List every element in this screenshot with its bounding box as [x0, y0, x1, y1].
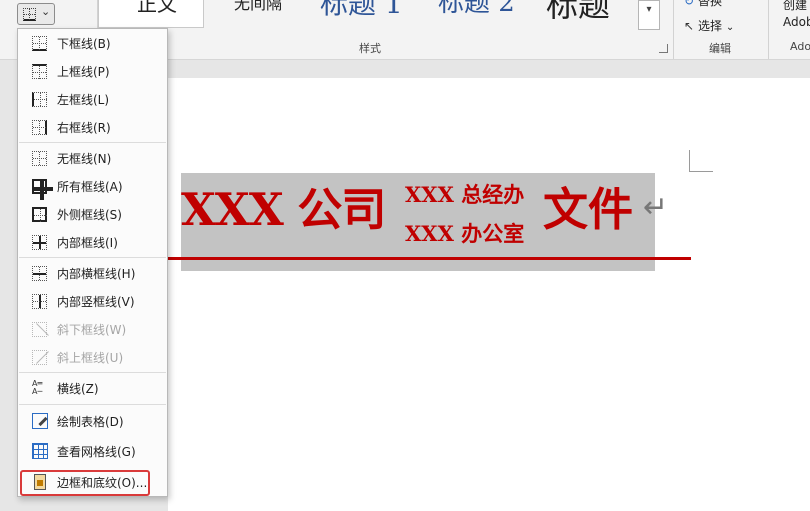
style-title-label: 标题 — [546, 0, 611, 24]
create-adobe-pdf-button[interactable]: 创建 Adob — [783, 0, 810, 31]
style-heading-1-label: 标题 1 — [320, 0, 403, 20]
menu-separator — [19, 257, 166, 258]
menu-item-inside-horizontal-border[interactable]: 内部横框线(H) — [19, 260, 166, 286]
replace-icon: ↻ — [684, 0, 695, 8]
menu-item-outside-borders[interactable]: 外侧框线(S) — [19, 201, 166, 227]
paragraph-mark-icon: ↵ — [643, 190, 669, 225]
menu-item-draw-table[interactable]: 绘制表格(D) — [19, 408, 166, 434]
outside-borders-icon — [32, 207, 47, 222]
menu-item-label: 内部竖框线(V) — [57, 295, 135, 309]
menu-item-horizontal-line[interactable]: A═ A─ 横线(Z) — [19, 375, 166, 401]
menu-item-diagonal-down-border: 斜下框线(W) — [19, 316, 166, 342]
draw-table-icon — [32, 413, 48, 429]
horizontal-line-icon: A═ A─ — [32, 379, 43, 396]
menu-item-label: 无框线(N) — [57, 152, 112, 166]
menu-item-right-border[interactable]: 右框线(R) — [19, 114, 166, 140]
borders-and-shading-icon — [34, 474, 46, 490]
menu-item-label: 内部框线(I) — [57, 236, 118, 250]
menu-item-all-borders[interactable]: 所有框线(A) — [19, 173, 166, 200]
menu-item-inside-vertical-border[interactable]: 内部竖框线(V) — [19, 288, 166, 314]
editing-group-label: 编辑 — [709, 42, 731, 55]
menu-item-view-gridlines[interactable]: 查看网格线(G) — [19, 438, 166, 464]
create-label: 创建 — [783, 0, 808, 12]
menu-item-label: 左框线(L) — [57, 93, 110, 107]
menu-item-label: 外侧框线(S) — [57, 208, 122, 222]
styles-gallery: 正文 无间隔 标题 1 标题 2 标题 ▾ — [98, 0, 664, 30]
bottom-border-icon — [32, 36, 47, 51]
select-button[interactable]: ↖ 选择 ⌄ — [684, 17, 734, 34]
styles-group-label: 样式 — [359, 42, 381, 55]
adobe-label: Adob — [783, 15, 810, 29]
diagonal-up-border-icon — [32, 350, 49, 365]
menu-item-borders-and-shading[interactable]: 边框和底纹(O)... — [19, 469, 166, 495]
left-border-icon — [32, 92, 47, 107]
menu-item-label: 上框线(P) — [57, 65, 110, 79]
inside-horizontal-border-icon — [32, 266, 47, 281]
heading-document[interactable]: 文件 — [543, 187, 633, 232]
right-border-icon — [32, 120, 47, 135]
red-divider-line — [168, 257, 691, 260]
menu-item-label: 边框和底纹(O)... — [57, 476, 148, 490]
diagonal-down-border-icon — [32, 322, 49, 337]
chevron-down-icon[interactable]: ⌄ — [41, 5, 50, 18]
menu-item-label: 内部横框线(H) — [57, 267, 136, 281]
view-gridlines-icon — [32, 443, 48, 459]
menu-item-label: 所有框线(A) — [57, 180, 123, 194]
menu-separator — [19, 142, 166, 143]
heading-sub-admin-office[interactable]: XXX 办公室 — [405, 223, 524, 244]
style-no-spacing-label: 无间隔 — [234, 0, 283, 13]
menu-item-no-border[interactable]: 无框线(N) — [19, 145, 166, 171]
inside-borders-icon — [32, 235, 47, 250]
menu-item-diagonal-up-border: 斜上框线(U) — [19, 344, 166, 370]
style-normal[interactable]: 正文 — [98, 0, 204, 28]
menu-item-label: 绘制表格(D) — [57, 415, 124, 429]
menu-item-label: 斜上框线(U) — [57, 351, 124, 365]
menu-separator — [19, 404, 166, 405]
menu-item-label: 斜下框线(W) — [57, 323, 127, 337]
top-border-icon — [32, 64, 47, 79]
group-divider — [768, 0, 769, 59]
adobe-group-label: Ado — [790, 40, 810, 53]
margin-corner-mark — [689, 150, 713, 172]
style-title[interactable]: 标题 — [546, 0, 636, 28]
select-label: 选择 — [698, 19, 723, 33]
style-heading-2[interactable]: 标题 2 — [436, 0, 536, 28]
inside-vertical-border-icon — [32, 294, 47, 309]
replace-button[interactable]: ↻ 替换 — [684, 0, 722, 9]
menu-item-label: 右框线(R) — [57, 121, 111, 135]
heading-company[interactable]: XXX 公司 — [181, 187, 386, 232]
borders-button[interactable]: ⌄ — [17, 3, 55, 25]
bottom-border-icon — [23, 8, 36, 21]
chevron-down-icon: ▾ — [646, 4, 652, 15]
chevron-down-icon: ⌄ — [725, 22, 735, 33]
menu-item-bottom-border[interactable]: 下框线(B) — [19, 30, 166, 56]
style-heading-2-label: 标题 2 — [438, 0, 515, 18]
document-page[interactable] — [168, 78, 810, 511]
styles-dialog-launcher[interactable] — [659, 44, 668, 53]
menu-separator — [19, 372, 166, 373]
menu-item-top-border[interactable]: 上框线(P) — [19, 58, 166, 84]
all-borders-icon — [32, 179, 53, 200]
gallery-scroll-button[interactable]: ▾ — [638, 0, 660, 30]
menu-item-label: 查看网格线(G) — [57, 445, 136, 459]
menu-item-label: 横线(Z) — [57, 382, 99, 396]
heading-sub-general-office[interactable]: XXX 总经办 — [405, 184, 524, 205]
menu-item-left-border[interactable]: 左框线(L) — [19, 86, 166, 112]
style-no-spacing[interactable]: 无间隔 — [216, 0, 306, 28]
borders-menu: 下框线(B) 上框线(P) 左框线(L) 右框线(R) 无框线(N) 所有框线(… — [17, 28, 168, 497]
group-divider — [673, 0, 674, 59]
style-heading-1[interactable]: 标题 1 — [318, 0, 423, 28]
replace-label: 替换 — [698, 0, 723, 8]
style-normal-label: 正文 — [137, 0, 177, 16]
no-border-icon — [32, 151, 47, 166]
menu-item-label: 下框线(B) — [57, 37, 111, 51]
cursor-icon: ↖ — [684, 19, 695, 33]
menu-item-inside-borders[interactable]: 内部框线(I) — [19, 229, 166, 255]
